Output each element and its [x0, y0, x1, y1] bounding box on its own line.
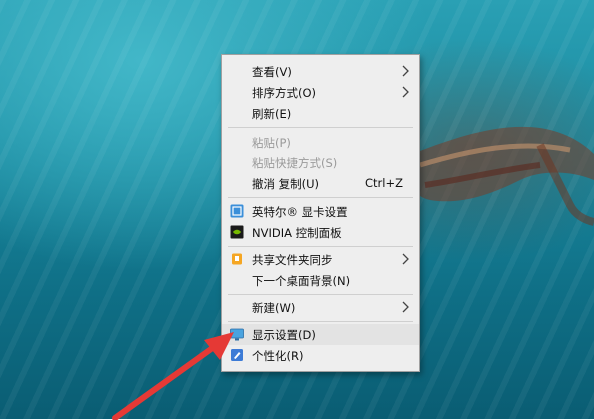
menu-item-view[interactable]: 查看(V) [222, 61, 419, 82]
menu-item-display-settings[interactable]: 显示设置(D) [222, 324, 419, 345]
wallpaper-fish [410, 126, 594, 226]
menu-item-refresh[interactable]: 刷新(E) [222, 103, 419, 124]
menu-item-new[interactable]: 新建(W) [222, 297, 419, 318]
intel-graphics-icon [230, 204, 244, 218]
chevron-right-icon [402, 65, 409, 77]
desktop-context-menu: 查看(V) 排序方式(O) 刷新(E) 粘贴(P) 粘贴快捷方式(S) 撤消 复… [221, 54, 420, 372]
menu-separator [228, 197, 413, 198]
menu-separator [228, 127, 413, 128]
share-sync-icon [232, 253, 242, 265]
shortcut-label: Ctrl+Z [365, 176, 403, 190]
chevron-right-icon [402, 253, 409, 265]
menu-item-paste-shortcut: 粘贴快捷方式(S) [252, 156, 338, 170]
menu-separator [228, 321, 413, 322]
menu-item-personalize[interactable]: 个性化(R) [222, 345, 419, 366]
nvidia-icon [230, 225, 244, 239]
menu-item-nvidia-control-panel[interactable]: NVIDIA 控制面板 [222, 222, 419, 243]
menu-item-next-desktop-background[interactable]: 下一个桌面背景(N) [222, 270, 419, 291]
menu-item-sort-by[interactable]: 排序方式(O) [222, 82, 419, 103]
menu-item-shared-folder-sync[interactable]: 共享文件夹同步 [222, 249, 419, 270]
menu-item-undo-copy[interactable]: 撤消 复制(U) Ctrl+Z [222, 173, 419, 194]
menu-item-paste: 粘贴(P) [252, 136, 291, 150]
menu-separator [228, 294, 413, 295]
menu-separator [228, 246, 413, 247]
menu-item-intel-graphics[interactable]: 英特尔® 显卡设置 [222, 201, 419, 222]
chevron-right-icon [402, 301, 409, 313]
red-arrow-annotation [112, 332, 234, 420]
chevron-right-icon [402, 86, 409, 98]
